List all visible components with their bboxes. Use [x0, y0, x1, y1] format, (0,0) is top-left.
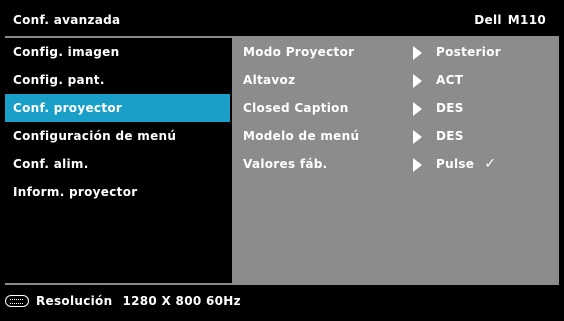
checkmark-icon: ✓	[484, 156, 497, 172]
status-footer: Resolución 1280 X 800 60Hz	[5, 288, 241, 314]
setting-label: Altavoz	[243, 73, 296, 87]
triangle-right-icon	[413, 74, 422, 88]
brand-label: Dell	[474, 13, 502, 27]
resolution-label: Resolución	[36, 294, 113, 308]
setting-row-closed-caption[interactable]: Closed Caption DES	[232, 94, 559, 122]
main-menu: Config. imagen Config. pant. Conf. proye…	[5, 38, 230, 283]
setting-value-text: Pulse	[436, 157, 475, 171]
remote-keypad-icon	[5, 295, 29, 307]
resolution-value: 1280 X 800 60Hz	[122, 294, 241, 308]
setting-value: Pulse ✓	[436, 150, 496, 178]
setting-row-modelo-menu[interactable]: Modelo de menú DES	[232, 122, 559, 150]
triangle-right-icon	[413, 158, 422, 172]
triangle-right-icon	[413, 46, 422, 60]
menu-item-config-imagen[interactable]: Config. imagen	[5, 38, 230, 66]
page-title: Conf. avanzada	[13, 13, 121, 27]
setting-row-modo-proyector[interactable]: Modo Proyector Posterior	[232, 38, 559, 66]
menu-item-conf-proyector[interactable]: Conf. proyector	[5, 94, 230, 122]
settings-panel: Modo Proyector Posterior Altavoz ACT Clo…	[232, 38, 559, 283]
setting-value: DES	[436, 129, 464, 143]
setting-row-valores-fab[interactable]: Valores fáb. Pulse ✓	[232, 150, 559, 178]
setting-label: Modo Proyector	[243, 45, 355, 59]
setting-label: Modelo de menú	[243, 129, 360, 143]
menu-item-config-pant[interactable]: Config. pant.	[5, 66, 230, 94]
setting-label: Valores fáb.	[243, 157, 328, 171]
setting-row-altavoz[interactable]: Altavoz ACT	[232, 66, 559, 94]
menu-item-inform-proyector[interactable]: Inform. proyector	[5, 178, 230, 206]
brand-model: Dell M110	[474, 13, 546, 27]
triangle-right-icon	[413, 102, 422, 116]
osd-menu: Conf. avanzada Dell M110 Config. imagen …	[0, 0, 564, 321]
menu-item-conf-alim[interactable]: Conf. alim.	[5, 150, 230, 178]
triangle-right-icon	[413, 130, 422, 144]
osd-header: Conf. avanzada Dell M110	[5, 5, 559, 35]
setting-value: DES	[436, 101, 464, 115]
menu-item-configuracion-menu[interactable]: Configuración de menú	[5, 122, 230, 150]
setting-value: Posterior	[436, 45, 501, 59]
setting-value: ACT	[436, 73, 464, 87]
setting-label: Closed Caption	[243, 101, 349, 115]
model-label: M110	[507, 13, 546, 27]
